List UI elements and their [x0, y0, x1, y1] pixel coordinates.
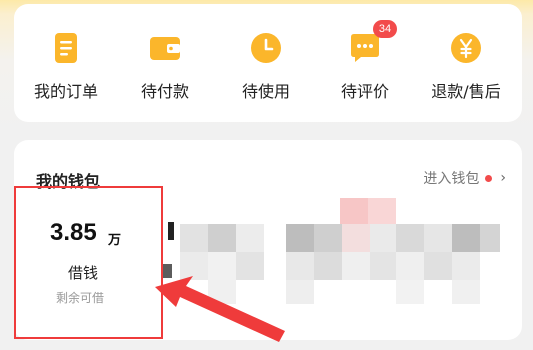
chevron-right-icon: ›: [500, 170, 506, 186]
yuan-refund-icon: [451, 33, 481, 63]
order-item-my-orders[interactable]: 我的订单: [18, 26, 114, 106]
wallet-icon: [150, 37, 180, 60]
order-item-to-use[interactable]: 待使用: [218, 26, 314, 106]
order-item-to-review[interactable]: 34 待评价: [317, 20, 413, 106]
enter-wallet-link[interactable]: 进入钱包 ›: [423, 168, 506, 188]
orders-card: 我的订单 待付款 待使用 34 待评价 退款/售后: [14, 4, 522, 122]
clock-icon: [251, 33, 281, 63]
order-label: 退款/售后: [431, 82, 501, 101]
cropped-text-fragment: [162, 264, 172, 278]
order-label: 我的订单: [33, 82, 98, 101]
order-list-icon: [55, 33, 77, 63]
notification-dot-icon: [485, 174, 493, 182]
review-count-badge: 34: [373, 20, 397, 38]
order-label: 待使用: [241, 82, 290, 101]
order-label: 待付款: [140, 82, 189, 101]
enter-wallet-label: 进入钱包: [423, 171, 480, 187]
order-label: 待评价: [340, 82, 389, 101]
order-item-refund[interactable]: 退款/售后: [418, 26, 514, 106]
annotation-highlight-box: [14, 186, 163, 339]
order-item-pending-payment[interactable]: 待付款: [117, 26, 213, 106]
cropped-text-fragment: [168, 222, 174, 240]
